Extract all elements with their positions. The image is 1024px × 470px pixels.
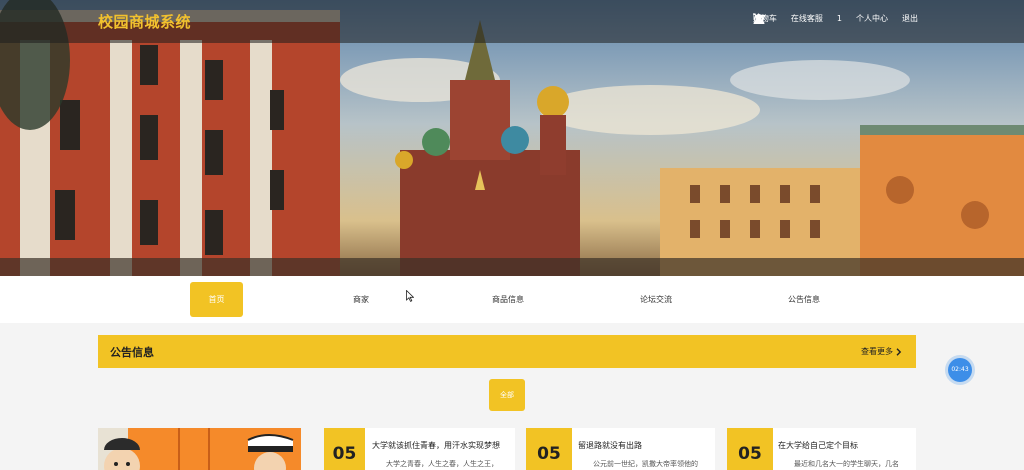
- news-card[interactable]: 05 在大学给自己定个目标 最近和几名大一的学生聊天，几名: [727, 428, 916, 470]
- news-day: 05: [526, 428, 572, 470]
- notice-section-header: 公告信息 查看更多: [98, 335, 916, 368]
- profile-label: 个人中心: [856, 14, 888, 23]
- logout-label: 退出: [902, 14, 918, 23]
- nav-item-merchants[interactable]: 商家: [335, 282, 387, 317]
- support-link[interactable]: 在线客服: [753, 13, 823, 24]
- site-logo-title[interactable]: 校园商城系统: [98, 11, 191, 32]
- nav-item-home[interactable]: 首页: [190, 282, 243, 317]
- news-card[interactable]: 05 留退路就没有出路 公元前一世纪，凯撒大帝率领他的: [526, 428, 715, 470]
- news-title: 大学就该抓住青春，用汗水实现梦想: [372, 441, 500, 450]
- view-more-label: 查看更多: [861, 347, 893, 356]
- top-bar: 校园商城系统 购物车 在线客服 1 个人中心 退出: [0, 0, 1024, 43]
- top-links: 购物车 在线客服 1 个人中心 退出: [752, 13, 918, 24]
- user-id: 1: [836, 14, 842, 23]
- floating-timer-badge[interactable]: 02:43: [948, 358, 972, 382]
- nav-item-forum[interactable]: 论坛交流: [628, 282, 684, 317]
- news-day: 05: [324, 428, 365, 470]
- nav-item-notices[interactable]: 公告信息: [776, 282, 832, 317]
- filter-all-button[interactable]: 全部: [489, 379, 525, 411]
- user-id-link[interactable]: 1: [837, 14, 842, 23]
- news-excerpt: 大学之青春，人生之春，人生之王，: [386, 460, 498, 468]
- news-title: 留退路就没有出路: [578, 441, 642, 450]
- power-icon: [753, 13, 763, 24]
- support-label: 在线客服: [790, 14, 823, 23]
- logout-link[interactable]: 退出: [753, 13, 918, 24]
- cartoon-illustration: [98, 428, 301, 470]
- mouse-cursor-icon: [406, 290, 414, 302]
- news-excerpt: 公元前一世纪，凯撒大帝率领他的: [593, 460, 698, 468]
- main-nav: 首页 商家 商品信息 论坛交流 公告信息: [0, 276, 1024, 323]
- news-day: 05: [727, 428, 773, 470]
- news-card[interactable]: 05 大学就该抓住青春，用汗水实现梦想 大学之青春，人生之春，人生之王，: [324, 428, 515, 470]
- nav-item-products[interactable]: 商品信息: [480, 282, 536, 317]
- chevron-right-icon: [896, 347, 902, 356]
- section-title: 公告信息: [110, 346, 154, 359]
- news-thumbnail-image[interactable]: [98, 428, 301, 470]
- news-title: 在大学给自己定个目标: [778, 441, 858, 450]
- news-excerpt: 最近和几名大一的学生聊天，几名: [794, 460, 899, 468]
- hero-banner: 校园商城系统 购物车 在线客服 1 个人中心 退出: [0, 0, 1024, 276]
- view-more-link[interactable]: 查看更多: [861, 346, 902, 357]
- profile-link[interactable]: 个人中心: [856, 13, 888, 24]
